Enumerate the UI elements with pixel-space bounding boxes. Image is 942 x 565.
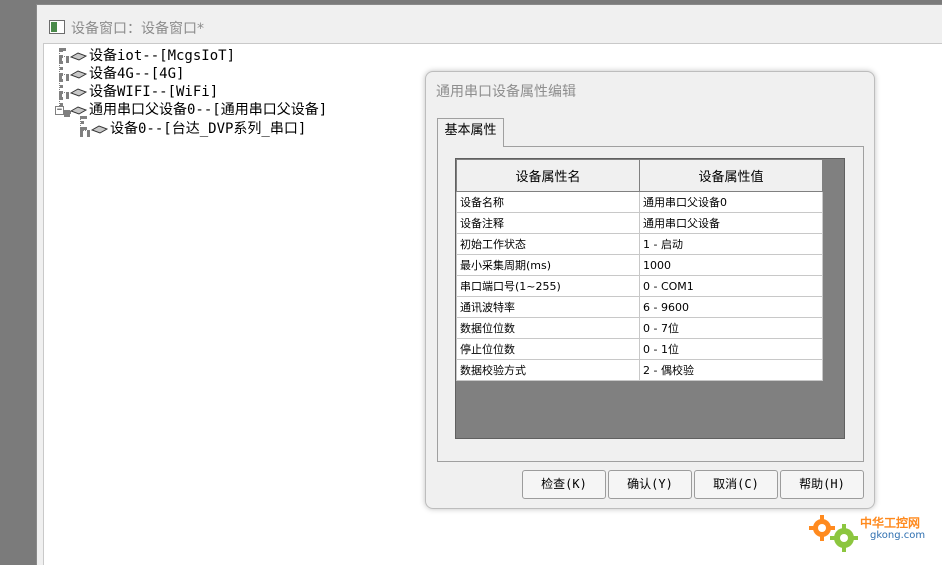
tab-panel: 设备属性名 设备属性值 设备名称 通用串口父设备0 设备注释 通用串口父设备 初始工… bbox=[437, 146, 864, 462]
property-value[interactable]: 通用串口父设备0 bbox=[639, 191, 823, 213]
device-chip-icon bbox=[70, 87, 87, 97]
serial-device-properties-dialog: 通用串口设备属性编辑 基本属性 设备属性名 设备属性值 设备名称 通用串口父设备0… bbox=[425, 71, 875, 509]
table-row[interactable]: 停止位位数 0 - 1位 bbox=[456, 338, 823, 360]
property-name: 最小采集周期(ms) bbox=[456, 254, 640, 276]
property-name: 数据位位数 bbox=[456, 317, 640, 339]
property-name: 串口端口号(1~255) bbox=[456, 275, 640, 297]
tree-node-device-iot[interactable]: 设备iot--[McgsIoT] bbox=[70, 47, 235, 65]
device-chip-icon bbox=[70, 51, 87, 61]
dialog-title[interactable]: 通用串口设备属性编辑 bbox=[436, 81, 576, 101]
tree-node-label: 通用串口父设备0--[通用串口父设备] bbox=[89, 102, 328, 118]
property-value[interactable]: 1000 bbox=[639, 254, 823, 276]
tree-node-device-4g[interactable]: 设备4G--[4G] bbox=[70, 65, 184, 83]
property-value[interactable]: 通用串口父设备 bbox=[639, 212, 823, 234]
table-row[interactable]: 最小采集周期(ms) 1000 bbox=[456, 254, 823, 276]
tree-node-label: 设备WIFI--[WiFi] bbox=[89, 84, 219, 100]
help-button[interactable]: 帮助(H) bbox=[780, 470, 864, 499]
tree-node-serial-parent[interactable]: 通用串口父设备0--[通用串口父设备] bbox=[70, 101, 327, 119]
device-window-titlebar[interactable]: 设备窗口：设备窗口* bbox=[37, 5, 942, 43]
tree-line bbox=[80, 130, 90, 134]
watermark-brand: 中华工控网 bbox=[860, 516, 921, 530]
confirm-button[interactable]: 确认(Y) bbox=[608, 470, 692, 499]
tree-node-label: 设备iot--[McgsIoT] bbox=[89, 48, 236, 64]
device-chip-icon bbox=[70, 69, 87, 79]
tree-line bbox=[59, 56, 69, 60]
device-chip-icon bbox=[91, 124, 108, 134]
property-name: 初始工作状态 bbox=[456, 233, 640, 255]
property-name: 通讯波特率 bbox=[456, 296, 640, 318]
tree-node-label: 设备4G--[4G] bbox=[89, 66, 185, 82]
property-table: 设备属性名 设备属性值 设备名称 通用串口父设备0 设备注释 通用串口父设备 初始工… bbox=[456, 159, 823, 381]
table-row[interactable]: 通讯波特率 6 - 9600 bbox=[456, 296, 823, 318]
table-row[interactable]: 数据校验方式 2 - 偶校验 bbox=[456, 359, 823, 381]
tree-node-label: 设备0--[台达_DVP系列_串口] bbox=[110, 121, 307, 137]
property-value[interactable]: 0 - 7位 bbox=[639, 317, 823, 339]
table-row[interactable]: 设备名称 通用串口父设备0 bbox=[456, 191, 823, 213]
property-value[interactable]: 1 - 启动 bbox=[639, 233, 823, 255]
property-grid: 设备属性名 设备属性值 设备名称 通用串口父设备0 设备注释 通用串口父设备 初始工… bbox=[455, 158, 845, 439]
device-window-title: 设备窗口：设备窗口* bbox=[71, 21, 204, 37]
check-button[interactable]: 检查(K) bbox=[522, 470, 606, 499]
tree-node-device-wifi[interactable]: 设备WIFI--[WiFi] bbox=[70, 83, 218, 101]
tab-basic-properties[interactable]: 基本属性 bbox=[437, 118, 504, 147]
device-chip-icon bbox=[70, 105, 87, 115]
property-name: 设备名称 bbox=[456, 191, 640, 213]
property-name: 数据校验方式 bbox=[456, 359, 640, 381]
cancel-button[interactable]: 取消(C) bbox=[694, 470, 778, 499]
gkong-watermark: 中华工控网 gkong.com bbox=[806, 510, 936, 560]
property-value[interactable]: 0 - COM1 bbox=[639, 275, 823, 297]
property-name: 停止位位数 bbox=[456, 338, 640, 360]
table-row[interactable]: 设备注释 通用串口父设备 bbox=[456, 212, 823, 234]
tree-collapse-toggle[interactable]: − bbox=[55, 106, 64, 115]
property-value[interactable]: 0 - 1位 bbox=[639, 338, 823, 360]
property-value[interactable]: 2 - 偶校验 bbox=[639, 359, 823, 381]
watermark-url: gkong.com bbox=[870, 530, 926, 541]
column-header-value[interactable]: 设备属性值 bbox=[639, 159, 823, 192]
property-value[interactable]: 6 - 9600 bbox=[639, 296, 823, 318]
property-name: 设备注释 bbox=[456, 212, 640, 234]
table-row[interactable]: 初始工作状态 1 - 启动 bbox=[456, 233, 823, 255]
tree-line bbox=[59, 74, 69, 78]
table-row[interactable]: 数据位位数 0 - 7位 bbox=[456, 317, 823, 339]
tree-node-device-0[interactable]: 设备0--[台达_DVP系列_串口] bbox=[91, 120, 306, 138]
window-icon bbox=[49, 20, 65, 34]
gear-icon bbox=[809, 515, 858, 552]
table-row[interactable]: 串口端口号(1~255) 0 - COM1 bbox=[456, 275, 823, 297]
tree-line bbox=[59, 92, 69, 96]
column-header-name[interactable]: 设备属性名 bbox=[456, 159, 640, 192]
